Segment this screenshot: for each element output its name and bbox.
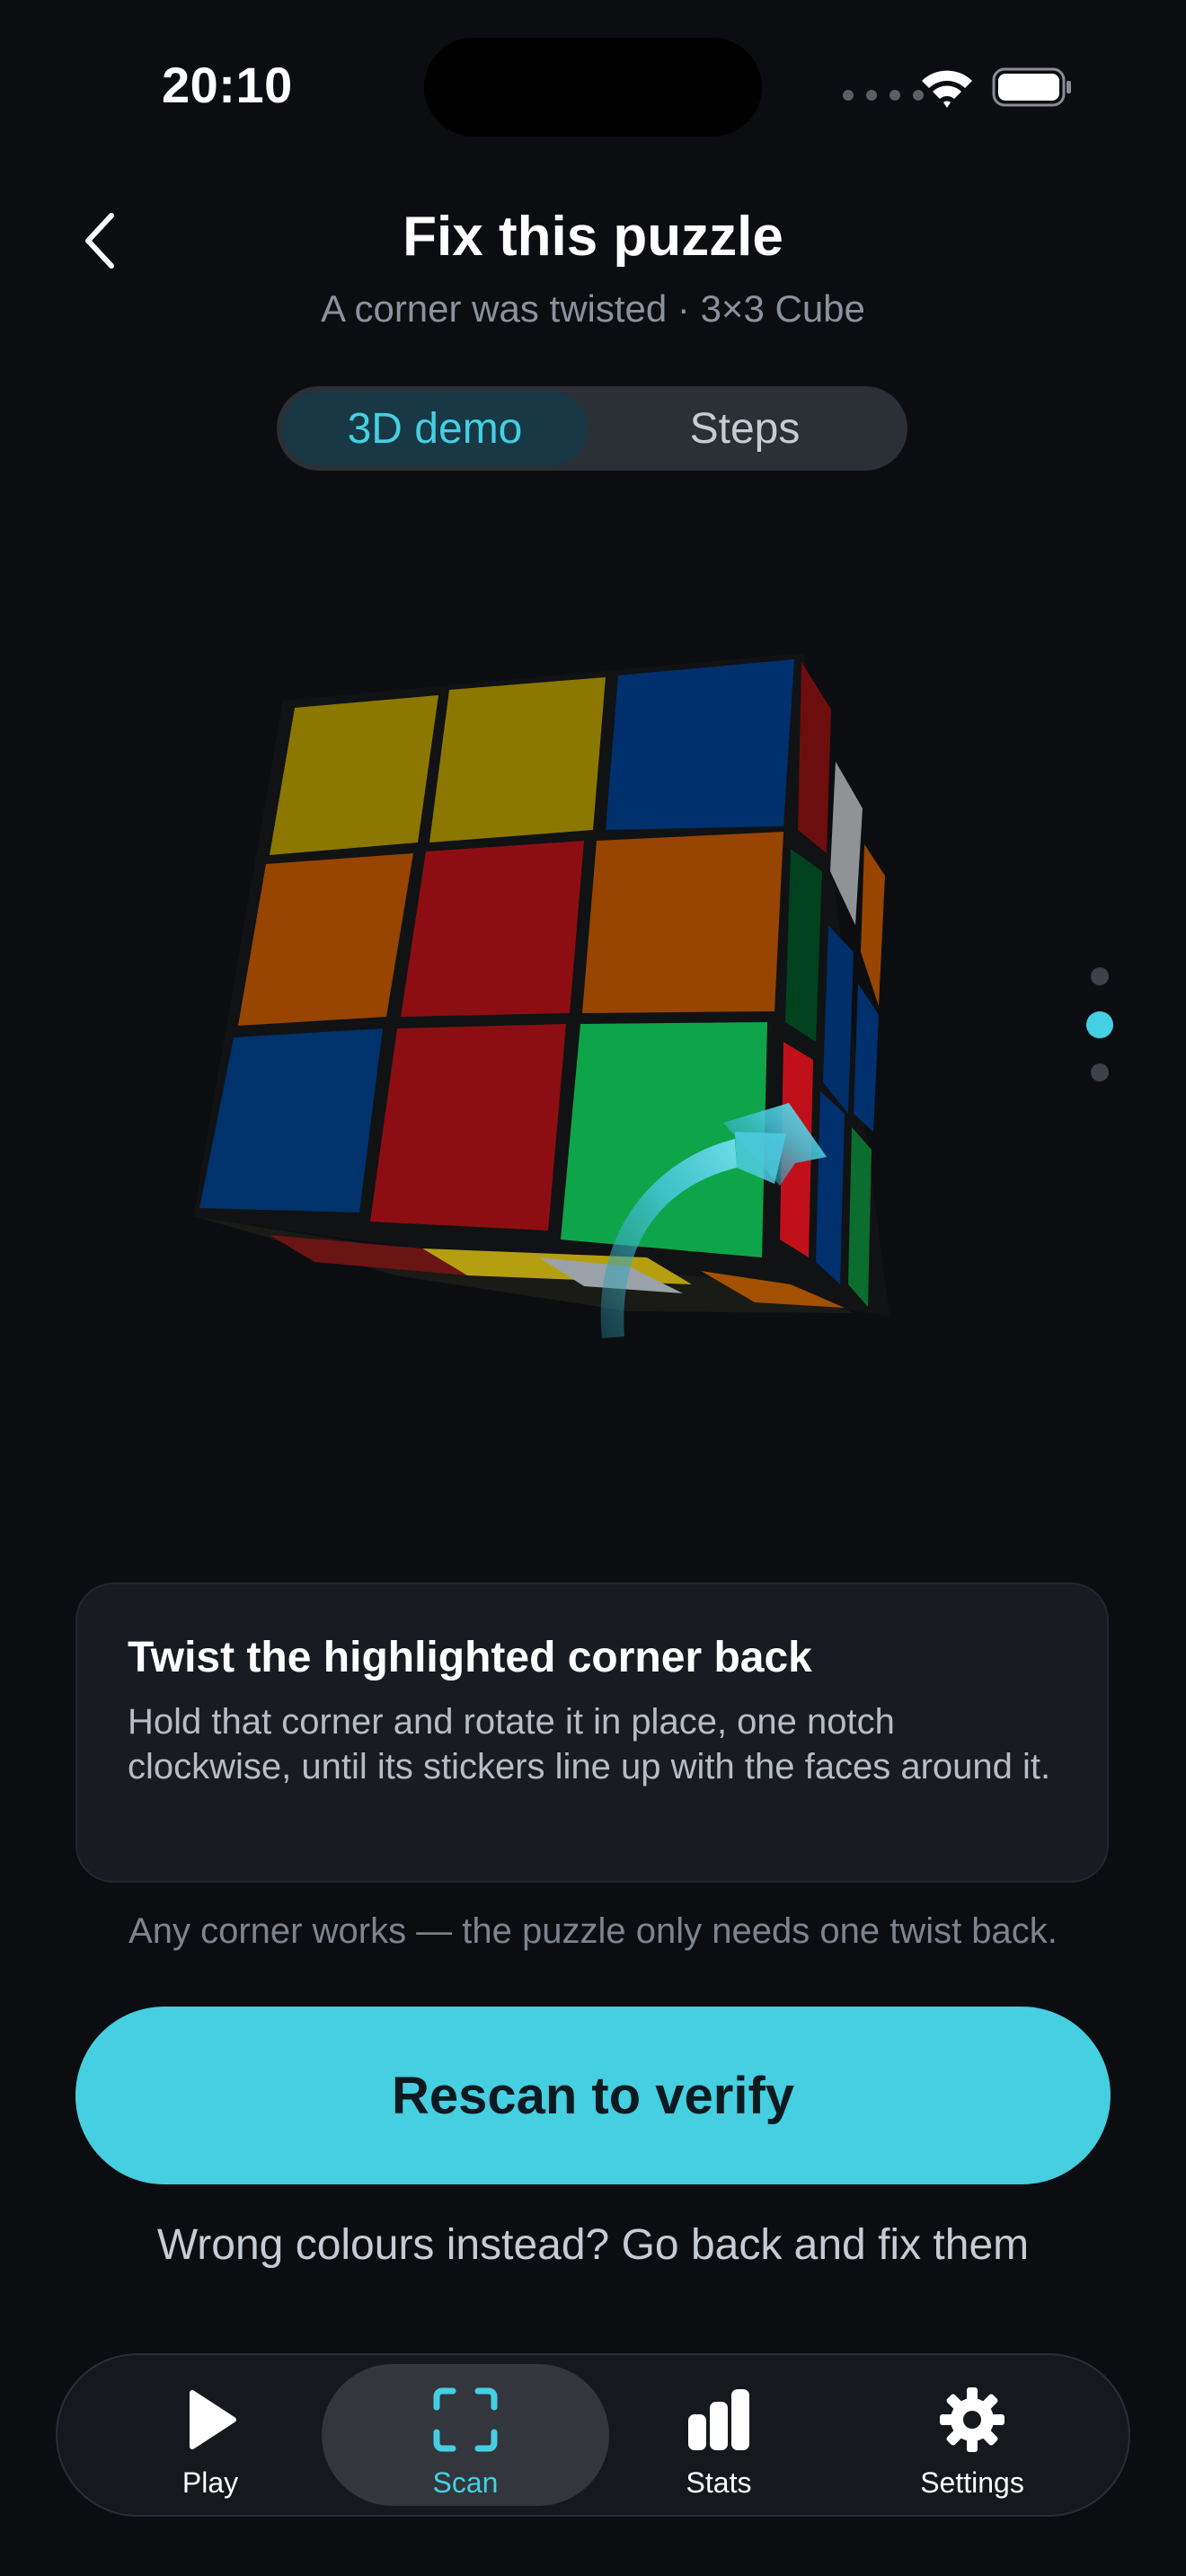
battery-icon (992, 67, 1071, 107)
cube-3d-demo[interactable] (162, 629, 934, 1374)
view-mode-segmented-control: 3D demo Steps (277, 386, 907, 471)
tab-stats-label: Stats (686, 2466, 752, 2499)
tab-settings[interactable]: Settings (900, 2364, 1044, 2506)
page-subtitle: A corner was twisted · 3×3 Cube (321, 287, 865, 330)
scan-icon (433, 2387, 498, 2452)
stats-icon (688, 2389, 749, 2450)
gear-icon (940, 2387, 1005, 2452)
pager-dot-2-active[interactable] (1086, 1011, 1113, 1038)
instruction-body: Hold that corner and rotate it in place,… (128, 1702, 1051, 1786)
play-icon (190, 2390, 236, 2449)
fix-colours-link[interactable]: Wrong colours instead? Go back and fix t… (0, 2220, 1186, 2270)
tab-play-label: Play (181, 2466, 239, 2499)
segment-steps[interactable]: Steps (588, 392, 902, 465)
dynamic-island (424, 38, 762, 137)
tab-settings-label: Settings (920, 2466, 1024, 2499)
segment-3d-demo[interactable]: 3D demo (282, 392, 588, 465)
tab-scan-label: Scan (432, 2466, 499, 2499)
wifi-icon (922, 70, 972, 108)
instruction-title: Twist the highlighted corner back (128, 1634, 812, 1681)
rescan-button[interactable]: Rescan to verify (75, 2007, 1111, 2184)
page-title: Fix this puzzle (403, 206, 783, 268)
pager-dot-3[interactable] (1091, 1063, 1109, 1081)
hint-text: Any corner works — the puzzle only needs… (128, 1911, 1058, 1951)
tab-play[interactable]: Play (138, 2364, 282, 2506)
tab-stats[interactable]: Stats (647, 2364, 791, 2506)
tab-scan[interactable]: Scan (322, 2364, 609, 2506)
pager-dot-1[interactable] (1091, 967, 1109, 985)
status-time: 20:10 (162, 57, 293, 113)
